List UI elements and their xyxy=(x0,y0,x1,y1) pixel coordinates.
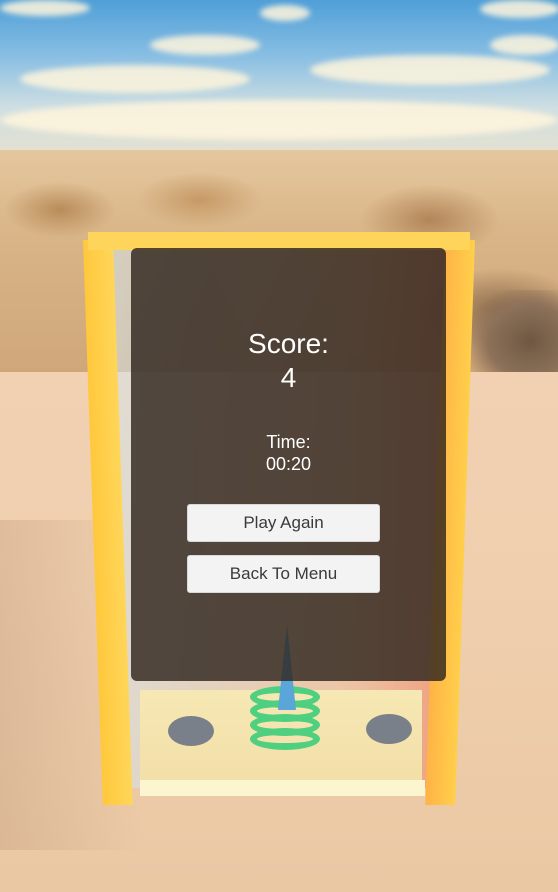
time-value: 00:20 xyxy=(265,454,312,474)
cloud xyxy=(0,100,558,140)
cloud xyxy=(490,35,558,55)
game-over-panel: Score: 4 Time: 00:20 Play Again Back To … xyxy=(131,248,446,681)
cloud xyxy=(20,65,250,93)
cloud xyxy=(0,0,90,16)
left-button-hole xyxy=(168,716,214,746)
cloud xyxy=(310,55,550,85)
score-value: 4 xyxy=(280,362,297,393)
play-again-button[interactable]: Play Again xyxy=(187,504,380,542)
cloud xyxy=(480,0,558,18)
terrain-shadow xyxy=(470,290,558,375)
time-label: Time: xyxy=(266,432,311,452)
score-label: Score: xyxy=(248,328,329,359)
back-to-menu-button[interactable]: Back To Menu xyxy=(187,555,380,593)
right-button-hole xyxy=(366,714,412,744)
cloud xyxy=(260,5,310,21)
game-scene: Score: 4 Time: 00:20 Play Again Back To … xyxy=(0,0,558,892)
cloud xyxy=(150,35,260,55)
cabinet-bottom-edge xyxy=(140,780,425,796)
